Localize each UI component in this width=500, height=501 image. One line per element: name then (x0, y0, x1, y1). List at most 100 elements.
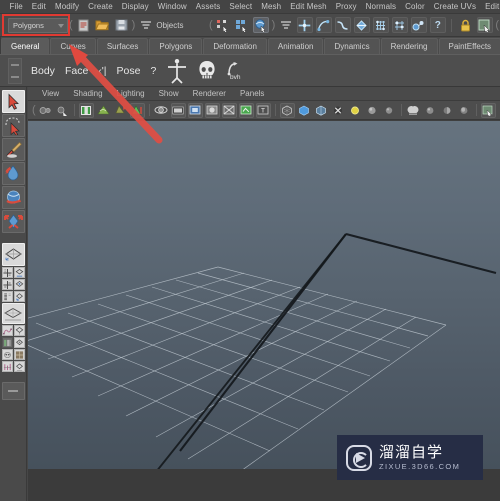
shelf-tab-general[interactable]: General (1, 38, 50, 54)
select-camera-icon[interactable] (38, 103, 53, 118)
rotate-tool-icon[interactable] (1, 186, 25, 209)
smooth-shade-all-icon[interactable] (297, 103, 312, 118)
menu-item-edit-uvs[interactable]: Edit UVs (481, 0, 500, 14)
menu-item-color[interactable]: Color (401, 0, 430, 14)
grid-toggle-icon[interactable] (154, 103, 169, 118)
textured-icon[interactable] (382, 103, 397, 118)
shelf-button-pose[interactable]: Pose (117, 57, 141, 85)
shelf-button-face[interactable]: Face (65, 57, 88, 85)
render-view-icon[interactable] (476, 17, 493, 33)
shelf-tab-deformation[interactable]: Deformation (203, 38, 267, 54)
outliner-layout-icon[interactable] (1, 291, 13, 302)
hypergraph-layout-icon[interactable] (13, 325, 25, 336)
shadows-icon[interactable] (113, 103, 128, 118)
select-by-hierarchy-icon[interactable] (215, 17, 231, 33)
shelf-tab-dynamics[interactable]: Dynamics (324, 38, 380, 54)
snap-to-curve-icon[interactable] (315, 17, 332, 33)
select-tool-icon[interactable] (1, 90, 25, 113)
menu-item-proxy[interactable]: Proxy (331, 0, 361, 14)
panel-menu-panels[interactable]: Panels (233, 87, 271, 101)
menu-item-select[interactable]: Select (225, 0, 257, 14)
move-tool-icon[interactable] (1, 162, 25, 185)
four-view-layout-icon[interactable] (1, 267, 13, 278)
component-editor-icon[interactable] (13, 337, 25, 348)
panel-menu-shading[interactable]: Shading (66, 87, 109, 101)
bounding-box-icon[interactable] (348, 103, 363, 118)
two-sided-lighting-icon[interactable] (96, 103, 111, 118)
make-live-icon[interactable] (391, 17, 408, 33)
shelf-tab-surfaces[interactable]: Surfaces (96, 38, 149, 54)
construction-history-icon[interactable] (410, 17, 427, 33)
lock-icon[interactable] (458, 17, 474, 33)
selection-mask-icon[interactable] (138, 17, 154, 33)
paint-select-tool-icon[interactable] (1, 138, 25, 161)
panel-menu-show[interactable]: Show (152, 87, 186, 101)
persp-graph-layout-icon[interactable] (1, 279, 13, 290)
ao-sphere-icon[interactable] (457, 103, 472, 118)
shelf-tab-curves[interactable]: Curves (50, 38, 96, 54)
menu-item-assets[interactable]: Assets (191, 0, 225, 14)
shelf-tab-rendering[interactable]: Rendering (380, 38, 438, 54)
skull-icon[interactable] (198, 57, 216, 85)
shelf-tab-animation[interactable]: Animation (267, 38, 324, 54)
snap-to-projected-center-icon[interactable] (353, 17, 370, 33)
save-scene-icon[interactable] (113, 17, 129, 33)
quick-layout-collapse-icon[interactable] (1, 382, 25, 400)
resolution-gate-icon[interactable] (187, 102, 203, 118)
image-plane-icon[interactable] (78, 102, 94, 118)
persp-render-layout-icon[interactable] (13, 291, 25, 302)
panel-menu-view[interactable]: View (35, 87, 66, 101)
graph-editor-layout-icon[interactable] (1, 325, 13, 336)
shelf-button-body[interactable]: Body (31, 57, 55, 85)
shadow-sphere-icon[interactable] (440, 103, 455, 118)
menu-item-window[interactable]: Window (153, 0, 191, 14)
blend-shape-editor-icon[interactable] (1, 361, 13, 372)
lights-default-icon[interactable] (406, 103, 421, 118)
menu-item-file[interactable]: File (5, 0, 27, 14)
hypershade-persp-layout-icon[interactable] (13, 279, 25, 290)
visor-layout-icon[interactable] (1, 349, 13, 360)
help-icon[interactable]: ? (429, 17, 446, 33)
exposure-icon[interactable] (238, 102, 254, 118)
snap-to-view-planes-icon[interactable] (372, 17, 389, 33)
xray-icon[interactable] (221, 102, 237, 118)
menu-item-modify[interactable]: Modify (50, 0, 83, 14)
open-scene-icon[interactable] (94, 17, 110, 33)
menu-item-edit[interactable]: Edit (27, 0, 50, 14)
shelf-tab-painteffects[interactable]: PaintEffects (438, 38, 500, 54)
isolate-select-icon[interactable] (480, 102, 496, 118)
script-editor-layout-icon[interactable] (13, 361, 25, 372)
shelf-tab-polygons[interactable]: Polygons (149, 38, 203, 54)
bvh-import-icon[interactable]: bvh (226, 57, 244, 85)
snap-to-point-icon[interactable] (334, 17, 351, 33)
panel-menu-lighting[interactable]: Lighting (110, 87, 152, 101)
snap-to-grid-icon[interactable] (296, 17, 313, 33)
scale-tool-icon[interactable] (1, 210, 25, 233)
shelf-button-quote[interactable]: ‹'| (98, 57, 106, 85)
bookmark-icon[interactable] (55, 103, 70, 118)
perspective-viewport[interactable] (28, 121, 500, 469)
menu-set-dropdown[interactable]: Polygons (8, 17, 68, 33)
menu-item-create-uvs[interactable]: Create UVs (429, 0, 480, 14)
menu-item-normals[interactable]: Normals (361, 0, 400, 14)
persp-outliner-split-icon[interactable] (1, 303, 25, 324)
shaded-sphere-icon[interactable] (365, 103, 380, 118)
skeleton-figure-icon[interactable] (166, 57, 188, 85)
wireframe-shading-icon[interactable] (279, 102, 295, 118)
select-by-object-type-icon[interactable] (234, 17, 250, 33)
relationship-editor-icon[interactable] (1, 337, 13, 348)
panel-menu-renderer[interactable]: Renderer (186, 87, 233, 101)
shelf-button-help[interactable]: ? (150, 57, 156, 85)
text-overlay-icon[interactable]: T (255, 102, 271, 118)
menu-item-display[interactable]: Display (117, 0, 153, 14)
lights-all-icon[interactable] (423, 103, 438, 118)
selection-mask-list-icon[interactable] (278, 17, 294, 33)
menu-item-mesh[interactable]: Mesh (257, 0, 286, 14)
shelf-options-handle[interactable] (8, 57, 22, 84)
single-perspective-layout-icon[interactable] (1, 243, 25, 266)
menu-item-edit-mesh[interactable]: Edit Mesh (286, 0, 331, 14)
select-by-component-type-icon[interactable] (253, 17, 270, 33)
flat-shade-icon[interactable] (331, 103, 346, 118)
new-scene-icon[interactable] (75, 17, 91, 33)
gate-mask-icon[interactable] (204, 102, 220, 118)
